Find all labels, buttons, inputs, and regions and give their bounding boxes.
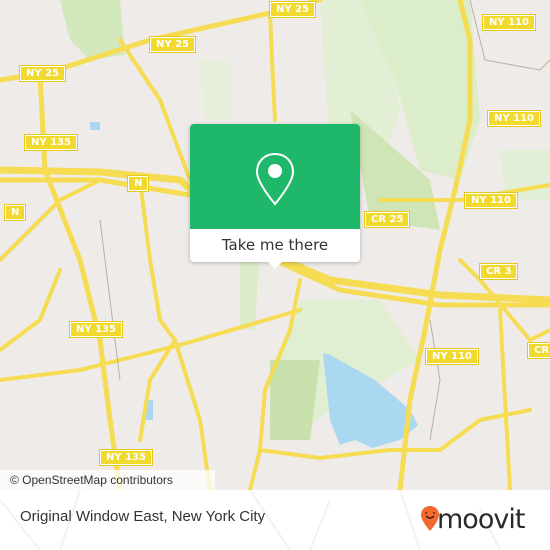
pond [90,122,100,130]
road [0,178,102,262]
park-area [270,360,320,440]
route-shield: NY 135 [69,321,123,338]
route-shield: NY 25 [18,65,67,82]
rail-line [469,0,550,71]
place-title: Original Window East, New York City [20,508,266,525]
route-shield: CR 25 [363,211,411,228]
route-shield: NY 135 [24,134,78,151]
take-me-there-button[interactable]: Take me there [190,229,360,262]
park-area [200,60,230,120]
map-attribution[interactable]: © OpenStreetMap contributors [0,470,215,490]
route-shield: N [126,175,150,192]
location-popup: Take me there [190,124,360,269]
rail-line [429,319,441,441]
route-shield: NY 25 [148,36,197,53]
moovit-brand[interactable]: moovit [437,504,525,535]
route-shield: NY 110 [425,348,479,365]
road [118,38,192,182]
route-shield: NY 25 [268,1,317,18]
route-shield: CR 3 [478,263,519,280]
route-shield: NY 135 [99,449,153,466]
popup-pointer [267,261,283,269]
road [0,268,62,352]
route-shield: N [3,204,27,221]
route-shield: NY 110 [482,14,536,31]
road [498,308,512,490]
route-shield: CR [526,342,550,359]
popup-header [190,124,360,229]
route-shield: NY 110 [464,192,518,209]
road [268,11,277,122]
location-pin-icon [255,152,295,206]
route-shield: NY 110 [487,110,541,127]
